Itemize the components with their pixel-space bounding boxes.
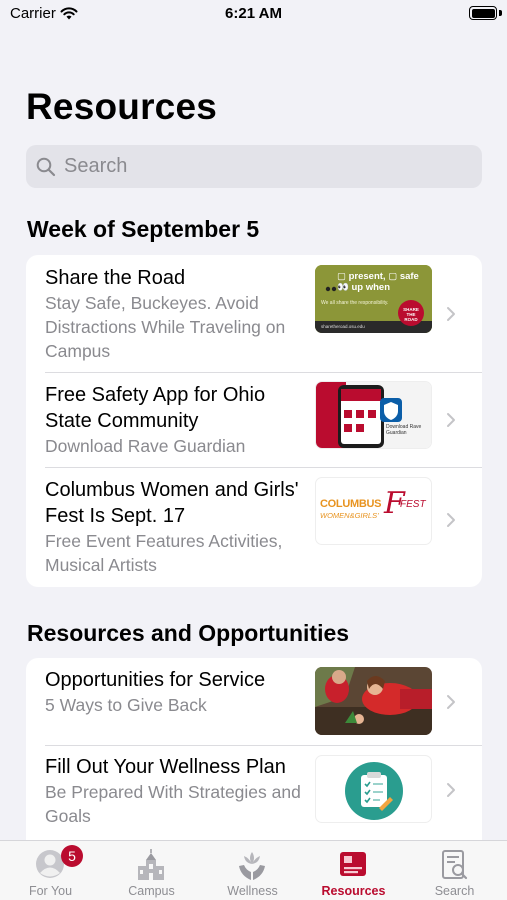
tab-resources[interactable]: Resources: [303, 841, 404, 900]
checklist-icon: [345, 762, 403, 820]
search-bar[interactable]: [26, 145, 482, 188]
row-subtitle: Free Event Features Activities, Musical …: [45, 531, 283, 575]
news-card: Share the Road Stay Safe, Buckeyes. Avoi…: [26, 255, 482, 587]
tab-label: Wellness: [227, 884, 278, 898]
battery-tip: [499, 10, 502, 16]
row-subtitle: Stay Safe, Buckeyes. Avoid Distractions …: [45, 293, 286, 361]
thumb-caption: We all share the responsibility.: [321, 300, 389, 306]
section-header-week: Week of September 5: [27, 216, 260, 242]
notification-badge: 5: [61, 845, 83, 867]
safety-app-thumbnail: Download Rave Guardian: [315, 381, 432, 449]
thumb-url: sharetheroad.osu.edu: [321, 324, 365, 329]
tab-label: For You: [28, 884, 73, 898]
search-input[interactable]: [64, 155, 464, 178]
status-bar: Carrier 6:21 AM: [0, 0, 507, 30]
rave-guardian-image: [316, 382, 431, 448]
page-title: Resources: [26, 86, 218, 127]
list-item-safety-app[interactable]: Free Safety App for Ohio State Community…: [26, 372, 482, 467]
resources-icon: [340, 852, 366, 876]
chevron-right-icon: [447, 413, 455, 427]
chevron-right-icon: [447, 695, 455, 709]
womens-fest-thumbnail: COLUMBUS WOMEN&GIRLS' F FEST: [315, 477, 432, 545]
thumb-text-columbus: COLUMBUS: [320, 498, 382, 510]
search-doc-icon: [442, 850, 468, 880]
row-title: Columbus Women and Girls' Fest Is Sept. …: [45, 479, 299, 527]
service-thumbnail: [315, 667, 432, 735]
section-header-resources: Resources and Opportunities: [27, 620, 350, 646]
tab-wellness[interactable]: Wellness: [202, 841, 303, 900]
thumb-text-women-girls: WOMEN&GIRLS': [320, 511, 379, 520]
chevron-right-icon: [447, 783, 455, 797]
list-item-opportunities-service[interactable]: Opportunities for Service 5 Ways to Give…: [26, 658, 482, 745]
list-item-womens-fest[interactable]: Columbus Women and Girls' Fest Is Sept. …: [26, 467, 482, 587]
tab-bar: 5 For You Campus Wellness Resources Sear…: [0, 840, 507, 900]
chevron-right-icon: [447, 307, 455, 321]
share-the-road-thumbnail: ▢ present, ▢ safe 👀 up when We all share…: [315, 265, 432, 333]
battery-icon: [469, 6, 497, 20]
wellness-plan-thumbnail: [315, 755, 432, 823]
tab-campus[interactable]: Campus: [101, 841, 202, 900]
thumb-text-fest: FEST: [400, 499, 426, 510]
chevron-right-icon: [447, 513, 455, 527]
resources-card: Opportunities for Service 5 Ways to Give…: [26, 658, 482, 858]
row-subtitle: 5 Ways to Give Back: [45, 695, 207, 715]
row-title: Share the Road: [45, 267, 186, 289]
tab-label: Search: [434, 884, 475, 898]
row-title: Free Safety App for Ohio State Community: [45, 384, 266, 432]
tab-label: Resources: [321, 884, 386, 898]
tab-label: Campus: [128, 884, 175, 898]
thumb-caption: Download Rave Guardian: [386, 424, 422, 436]
row-title: Fill Out Your Wellness Plan: [45, 756, 286, 778]
building-icon: [138, 849, 164, 880]
volunteers-photo: [315, 667, 432, 735]
list-item-share-the-road[interactable]: Share the Road Stay Safe, Buckeyes. Avoi…: [26, 255, 482, 372]
row-subtitle: Be Prepared With Strategies and Goals: [45, 782, 301, 826]
search-icon: [36, 157, 56, 176]
row-title: Opportunities for Service: [45, 669, 266, 691]
wellness-hands-icon: [239, 852, 265, 880]
row-subtitle: Download Rave Guardian: [45, 436, 246, 456]
tab-for-you[interactable]: 5 For You: [0, 841, 101, 900]
thumb-headline: ▢ present, ▢ safe 👀 up when: [337, 271, 419, 293]
tab-search[interactable]: Search: [404, 841, 505, 900]
clock: 6:21 AM: [225, 5, 282, 22]
thumb-badge: SHARE THE ROAD: [403, 307, 419, 322]
